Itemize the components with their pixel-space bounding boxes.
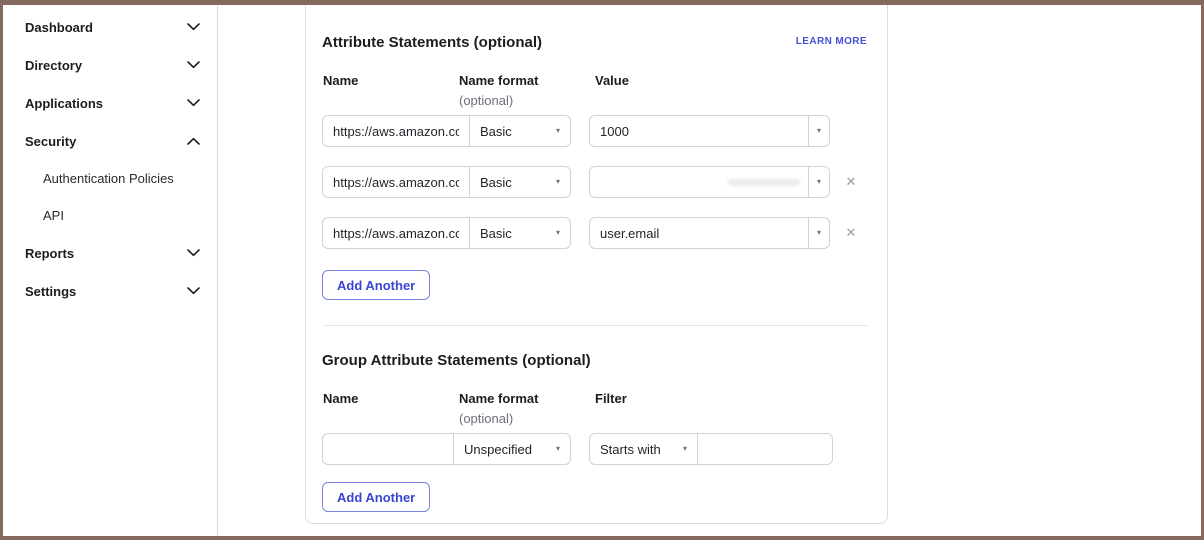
- sidebar-item-api[interactable]: API: [3, 197, 217, 234]
- column-header-filter: Filter: [595, 391, 867, 427]
- select-caret-icon: ▾: [817, 178, 821, 186]
- group-name-input[interactable]: [322, 433, 454, 465]
- name-format-select[interactable]: Basic ▾: [469, 166, 571, 198]
- select-caret-icon: ▾: [556, 445, 560, 453]
- add-another-group-attribute-button[interactable]: Add Another: [322, 482, 430, 512]
- filter-type-selected-value: Starts with: [600, 442, 661, 457]
- attribute-name-input[interactable]: [322, 115, 470, 147]
- sidebar-item-security[interactable]: Security: [3, 122, 217, 160]
- column-header-value: Value: [595, 73, 867, 109]
- value-dropdown-button[interactable]: ▾: [808, 217, 830, 249]
- attribute-value-input[interactable]: [589, 115, 809, 147]
- remove-row-icon[interactable]: ✕: [844, 225, 858, 241]
- column-header-name: Name: [323, 391, 459, 427]
- add-another-attribute-button[interactable]: Add Another: [322, 270, 430, 300]
- sidebar-item-directory[interactable]: Directory: [3, 46, 217, 84]
- column-header-name-format: Name format: [459, 391, 595, 407]
- section-divider: [323, 325, 867, 326]
- sidebar-item-dashboard[interactable]: Dashboard: [3, 8, 217, 46]
- sidebar-item-authentication-policies[interactable]: Authentication Policies: [3, 160, 217, 197]
- column-header-name-format: Name format: [459, 73, 595, 89]
- chevron-down-icon: [187, 99, 200, 107]
- group-column-headers: Name Name format (optional) Filter: [322, 391, 867, 427]
- value-dropdown-button[interactable]: ▾: [808, 115, 830, 147]
- chevron-down-icon: [187, 23, 200, 31]
- value-dropdown-button[interactable]: ▾: [808, 166, 830, 198]
- attribute-name-input[interactable]: [322, 166, 470, 198]
- chevron-down-icon: [187, 287, 200, 295]
- main-content: Attribute Statements (optional) LEARN MO…: [218, 5, 1201, 536]
- select-caret-icon: ▾: [556, 229, 560, 237]
- group-name-format-selected-value: Unspecified: [464, 442, 532, 457]
- filter-type-select[interactable]: Starts with ▾: [589, 433, 698, 465]
- attribute-statements-title: Attribute Statements (optional): [322, 34, 542, 52]
- filter-value-input[interactable]: [697, 433, 833, 465]
- remove-row-icon[interactable]: ✕: [844, 174, 858, 190]
- learn-more-link[interactable]: LEARN MORE: [796, 35, 867, 49]
- sidebar-item-label: Directory: [25, 58, 82, 73]
- sidebar-item-applications[interactable]: Applications: [3, 84, 217, 122]
- select-caret-icon: ▾: [556, 127, 560, 135]
- sidebar-item-label: Applications: [25, 96, 103, 111]
- sidebar-subitem-label: Authentication Policies: [43, 171, 174, 186]
- saml-settings-card: Attribute Statements (optional) LEARN MO…: [305, 5, 888, 524]
- attribute-name-input[interactable]: [322, 217, 470, 249]
- sidebar-subitem-label: API: [43, 208, 64, 223]
- attribute-row: Basic ▾ ▾ ✕: [322, 166, 867, 198]
- chevron-down-icon: [187, 249, 200, 257]
- attribute-row: Basic ▾ ▾: [322, 115, 867, 147]
- chevron-down-icon: [187, 61, 200, 69]
- select-caret-icon: ▾: [817, 127, 821, 135]
- column-header-optional-note: (optional): [459, 411, 595, 427]
- chevron-up-icon: [187, 137, 200, 145]
- sidebar-item-settings[interactable]: Settings: [3, 272, 217, 310]
- sidebar-item-reports[interactable]: Reports: [3, 234, 217, 272]
- name-format-selected-value: Basic: [480, 124, 512, 139]
- sidebar-item-label: Settings: [25, 284, 76, 299]
- name-format-selected-value: Basic: [480, 226, 512, 241]
- group-attribute-row: Unspecified ▾ Starts with ▾: [322, 433, 867, 465]
- select-caret-icon: ▾: [683, 445, 687, 453]
- column-header-optional-note: (optional): [459, 93, 595, 109]
- app-window: Dashboard Directory Applications Securit…: [3, 5, 1201, 536]
- select-caret-icon: ▾: [556, 178, 560, 186]
- sidebar-item-label: Security: [25, 134, 76, 149]
- select-caret-icon: ▾: [817, 229, 821, 237]
- column-header-name: Name: [323, 73, 459, 109]
- attribute-value-input[interactable]: [589, 166, 809, 198]
- name-format-select[interactable]: Basic ▾: [469, 217, 571, 249]
- attribute-value-input[interactable]: [589, 217, 809, 249]
- sidebar: Dashboard Directory Applications Securit…: [3, 5, 218, 536]
- sidebar-item-label: Reports: [25, 246, 74, 261]
- name-format-selected-value: Basic: [480, 175, 512, 190]
- group-attribute-statements-title: Group Attribute Statements (optional): [322, 352, 867, 370]
- group-name-format-select[interactable]: Unspecified ▾: [453, 433, 571, 465]
- sidebar-item-label: Dashboard: [25, 20, 93, 35]
- attribute-row: Basic ▾ ▾ ✕: [322, 217, 867, 249]
- attribute-column-headers: Name Name format (optional) Value: [322, 73, 867, 109]
- name-format-select[interactable]: Basic ▾: [469, 115, 571, 147]
